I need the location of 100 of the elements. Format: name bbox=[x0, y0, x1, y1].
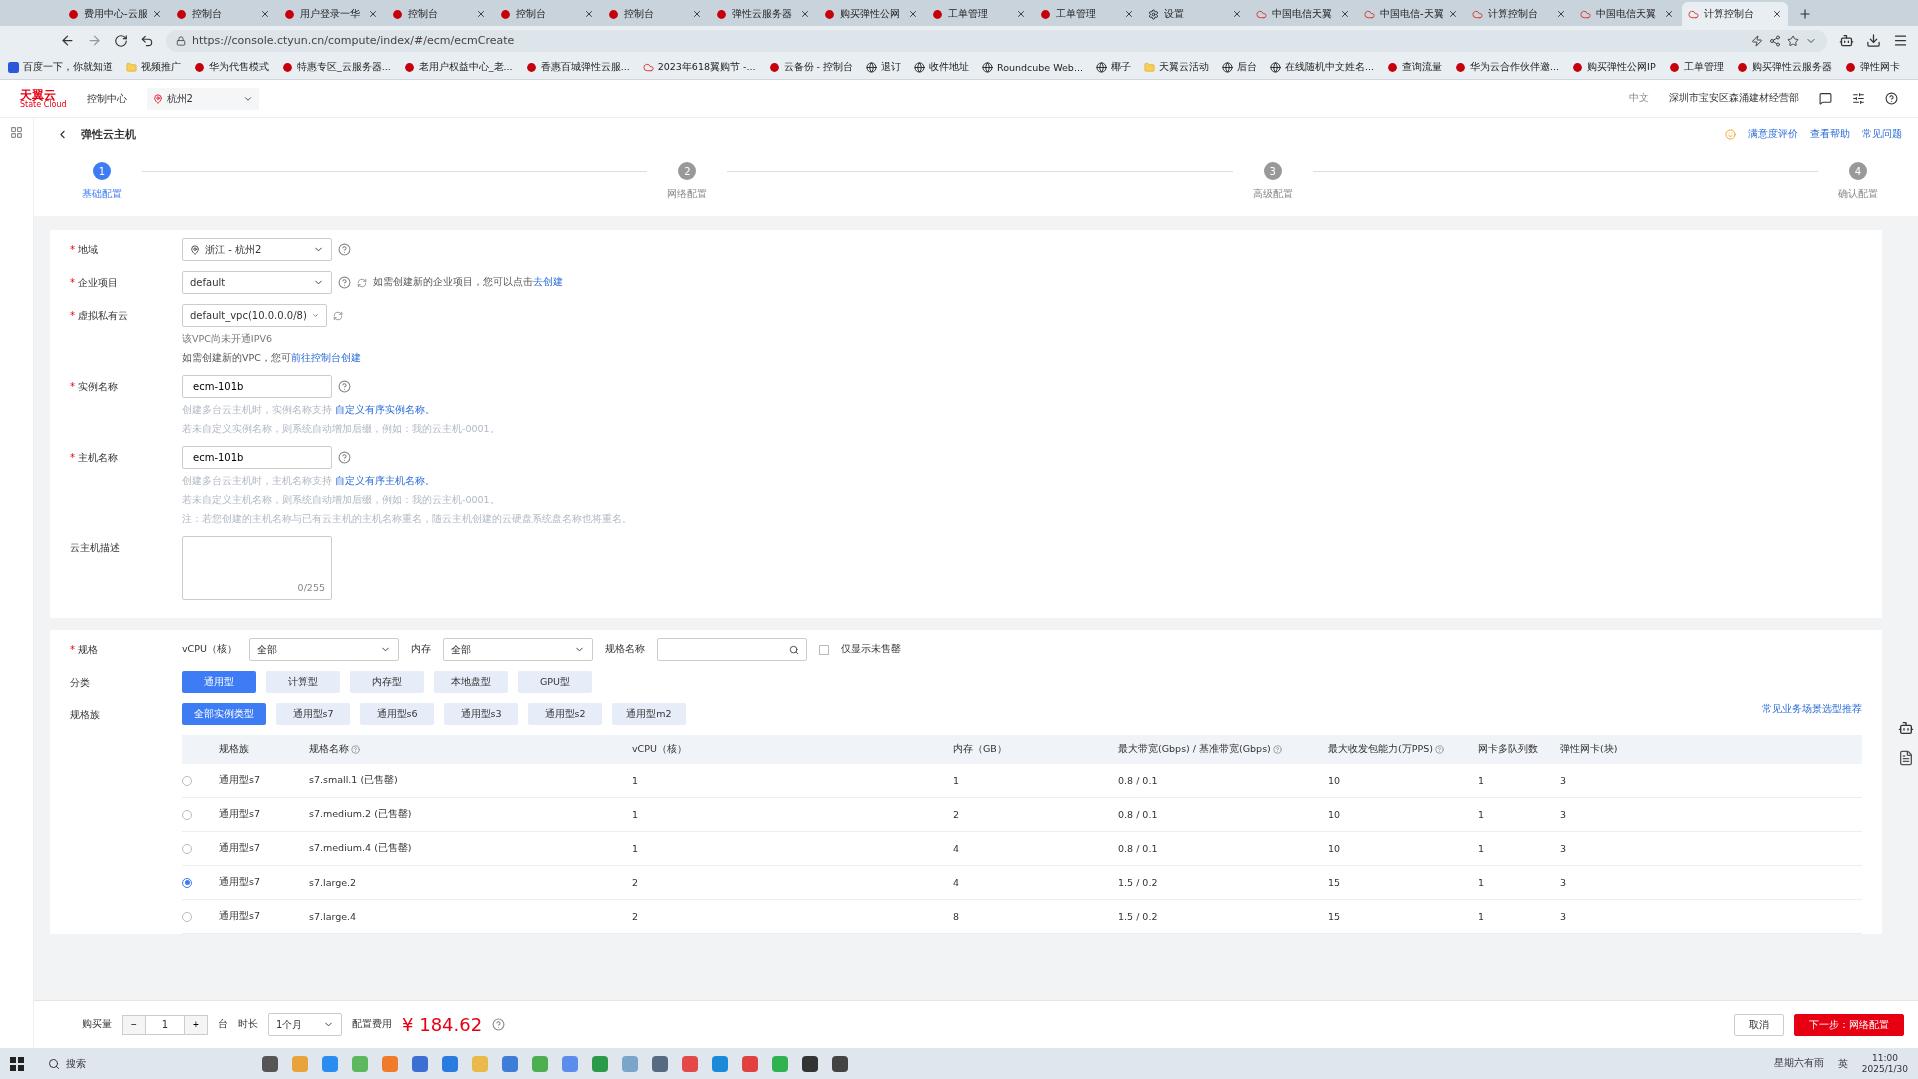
link[interactable]: 自定义有序实例名称。 bbox=[335, 404, 436, 415]
category-option[interactable]: GPU型 bbox=[518, 671, 592, 693]
family-option[interactable]: 通用型s3 bbox=[444, 703, 518, 725]
bookmark[interactable]: 收件地址 bbox=[914, 60, 969, 74]
star-icon[interactable] bbox=[1787, 34, 1799, 47]
plus-button[interactable]: + bbox=[185, 1015, 207, 1034]
header-link[interactable]: 满意度评价 bbox=[1748, 127, 1798, 141]
close-icon[interactable] bbox=[1772, 9, 1782, 19]
robot-icon[interactable] bbox=[1898, 720, 1914, 736]
browser-tab[interactable]: 设置 bbox=[1142, 2, 1248, 26]
close-icon[interactable] bbox=[152, 9, 162, 19]
close-icon[interactable] bbox=[1664, 9, 1674, 19]
close-icon[interactable] bbox=[368, 9, 378, 19]
bookmark[interactable]: 特惠专区_云服务器... bbox=[282, 60, 391, 74]
new-tab-icon[interactable] bbox=[1798, 7, 1812, 21]
memory-select[interactable]: 全部 bbox=[442, 638, 593, 661]
help-icon[interactable] bbox=[1885, 92, 1898, 105]
recommend-link[interactable]: 常见业务场景选型推荐 bbox=[1762, 703, 1862, 716]
sliders-icon[interactable] bbox=[1852, 92, 1865, 105]
close-icon[interactable] bbox=[908, 9, 918, 19]
duration-select[interactable]: 1个月 bbox=[268, 1013, 342, 1036]
category-option[interactable]: 本地盘型 bbox=[434, 671, 508, 693]
browser-tab[interactable]: 中国电信-天翼 bbox=[1358, 2, 1464, 26]
close-icon[interactable] bbox=[692, 9, 702, 19]
refresh-icon[interactable] bbox=[357, 277, 367, 288]
robot-icon[interactable] bbox=[1839, 33, 1854, 48]
browser-tab[interactable]: 购买弹性公网 bbox=[818, 2, 924, 26]
reload-icon[interactable] bbox=[114, 33, 128, 48]
family-option[interactable]: 通用型m2 bbox=[612, 703, 686, 725]
minus-button[interactable]: − bbox=[123, 1015, 145, 1034]
bookmark[interactable]: 百度一下，你就知道 bbox=[8, 60, 113, 74]
browser-tab[interactable]: 费用中心-云服 bbox=[62, 2, 168, 26]
close-icon[interactable] bbox=[1016, 9, 1026, 19]
close-icon[interactable] bbox=[1556, 9, 1566, 19]
close-icon[interactable] bbox=[1448, 9, 1458, 19]
refresh-icon[interactable] bbox=[333, 310, 343, 321]
address-bar[interactable]: https://console.ctyun.cn/compute/index/#/ecm/ecmCreate bbox=[166, 29, 1827, 52]
browser-tab[interactable]: 中国电信天翼 bbox=[1574, 2, 1680, 26]
close-icon[interactable] bbox=[1340, 9, 1350, 19]
close-icon[interactable] bbox=[800, 9, 810, 19]
bookmark[interactable]: 老用户权益中心_老... bbox=[403, 60, 513, 74]
app-icon[interactable] bbox=[262, 1055, 278, 1072]
download-icon[interactable] bbox=[1866, 33, 1881, 48]
category-option[interactable]: 内存型 bbox=[350, 671, 424, 693]
bookmark[interactable]: 云备份 - 控制台 bbox=[768, 60, 853, 74]
bookmark[interactable]: 香惠百城弹性云服... bbox=[525, 60, 630, 74]
quantity-stepper[interactable]: − 1 + bbox=[122, 1014, 208, 1035]
undo-icon[interactable] bbox=[140, 33, 154, 48]
browser-tab[interactable]: 控制台 bbox=[170, 2, 276, 26]
document-icon[interactable] bbox=[1898, 750, 1914, 766]
browser-tab[interactable]: 控制台 bbox=[386, 2, 492, 26]
project-select[interactable]: default bbox=[182, 271, 332, 294]
browser-tab[interactable]: 计算控制台 bbox=[1682, 2, 1788, 26]
category-option[interactable]: 计算型 bbox=[266, 671, 340, 693]
bookmark[interactable]: 在线随机中文姓名... bbox=[1269, 60, 1374, 74]
app-icon[interactable] bbox=[802, 1055, 818, 1072]
bookmark[interactable]: 天翼云活动 bbox=[1143, 60, 1209, 74]
browser-tab[interactable]: 计算控制台 bbox=[1466, 2, 1572, 26]
language-select[interactable]: 中文 bbox=[1629, 92, 1649, 105]
bookmark[interactable]: 椰子 bbox=[1095, 60, 1131, 74]
close-icon[interactable] bbox=[476, 9, 486, 19]
browser-tab[interactable]: 弹性云服务器 bbox=[710, 2, 816, 26]
vcpu-select[interactable]: 全部 bbox=[248, 638, 399, 661]
browser-tab[interactable]: 工单管理 bbox=[1034, 2, 1140, 26]
browser-tab[interactable]: 控制台 bbox=[602, 2, 708, 26]
bookmark[interactable]: 后台 bbox=[1221, 60, 1257, 74]
vpc-select[interactable]: default_vpc(10.0.0.0/8) bbox=[182, 304, 327, 327]
menu-icon[interactable] bbox=[1893, 33, 1908, 48]
account-name[interactable]: 深圳市宝安区森涌建材经营部 bbox=[1669, 92, 1799, 105]
link[interactable]: 去创建 bbox=[533, 276, 563, 287]
close-icon[interactable] bbox=[1124, 9, 1134, 19]
text-input[interactable]: ecm-101b bbox=[182, 375, 332, 398]
start-icon[interactable] bbox=[10, 1056, 24, 1071]
family-option[interactable]: 全部实例类型 bbox=[182, 703, 266, 725]
checkbox[interactable] bbox=[818, 644, 829, 655]
clock[interactable]: 11:00 2025/1/30 bbox=[1861, 1052, 1908, 1075]
bookmark[interactable]: 2023年618翼购节 -... bbox=[642, 60, 756, 74]
browser-tab[interactable]: 中国电信天翼 bbox=[1250, 2, 1356, 26]
bookmark[interactable]: 视频推广 bbox=[126, 60, 181, 74]
forward-icon[interactable] bbox=[87, 33, 102, 48]
grid-icon[interactable] bbox=[10, 126, 23, 139]
next-button[interactable]: 下一步：网络配置 bbox=[1794, 1013, 1904, 1036]
bookmark[interactable]: Roundcube Web... bbox=[982, 61, 1083, 73]
bookmark[interactable]: 华为云合作伙伴邀... bbox=[1455, 60, 1560, 74]
browser-tab[interactable]: 工单管理 bbox=[926, 2, 1032, 26]
back-icon[interactable] bbox=[60, 33, 75, 48]
header-link[interactable]: 查看帮助 bbox=[1810, 127, 1850, 141]
search-field[interactable] bbox=[656, 638, 807, 661]
message-icon[interactable] bbox=[1819, 92, 1832, 105]
taskbar-search[interactable]: 搜索 bbox=[38, 1048, 248, 1079]
description-field[interactable]: 0/255 bbox=[182, 536, 332, 600]
bookmark[interactable]: 退订 bbox=[866, 60, 901, 74]
share-icon[interactable] bbox=[1769, 34, 1781, 47]
close-icon[interactable] bbox=[260, 9, 270, 19]
bookmark[interactable]: 华为代售模式 bbox=[194, 60, 269, 74]
category-option[interactable]: 通用型 bbox=[182, 671, 256, 693]
close-icon[interactable] bbox=[584, 9, 594, 19]
browser-tab[interactable]: 用户登录一华 bbox=[278, 2, 384, 26]
region-select[interactable]: 杭州2 bbox=[146, 87, 259, 110]
bookmark[interactable]: 弹性网卡 bbox=[1844, 60, 1900, 74]
